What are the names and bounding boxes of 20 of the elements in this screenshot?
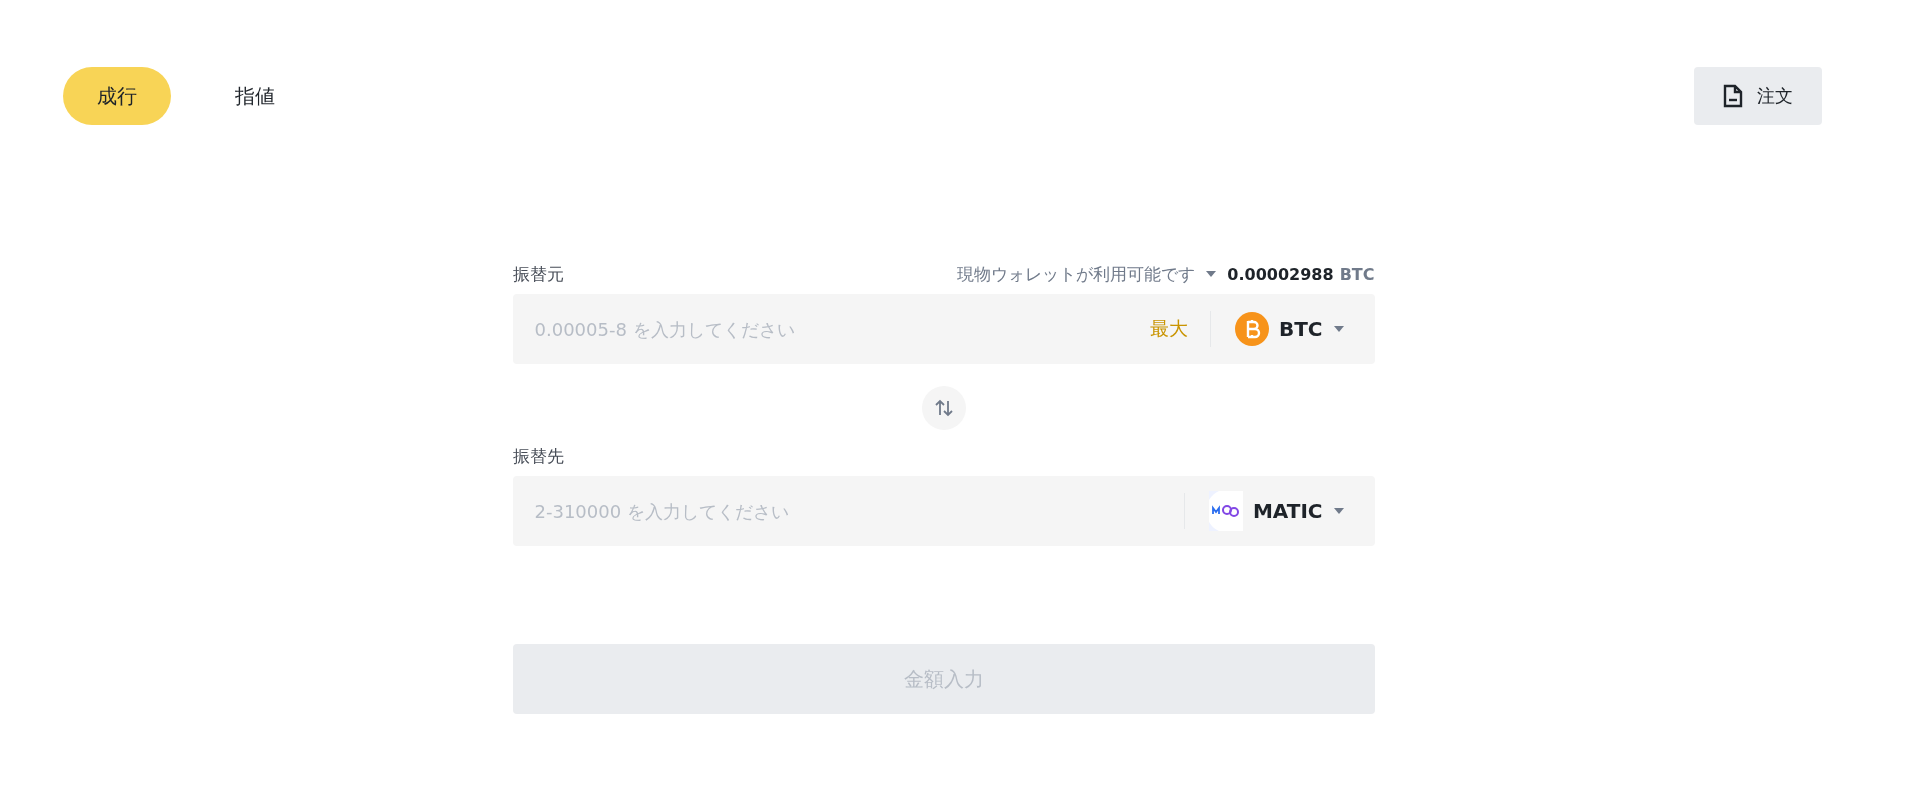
document-icon bbox=[1723, 84, 1743, 108]
balance-unit: BTC bbox=[1339, 264, 1375, 284]
coin-icon bbox=[1234, 312, 1269, 346]
coin-selector[interactable]: BTC bbox=[1210, 312, 1355, 346]
order-type-tab[interactable]: 成行 bbox=[63, 67, 171, 125]
to-amount-field[interactable]: 2-310000 を入力してください MATIC bbox=[512, 476, 1375, 546]
caret-icon bbox=[1332, 507, 1345, 515]
orders-button[interactable]: 注文 bbox=[1694, 67, 1822, 125]
swap-icon bbox=[933, 398, 954, 418]
coin-selector[interactable]: MATIC bbox=[1184, 491, 1355, 531]
coin-icon bbox=[1208, 491, 1243, 531]
swap-button[interactable] bbox=[921, 386, 966, 430]
wallet-selector[interactable]: 現物ウォレットが利用可能です bbox=[957, 262, 1196, 286]
caret-icon bbox=[1332, 325, 1345, 333]
available-balance: 0.00002988 bbox=[1227, 264, 1334, 284]
from-amount-field[interactable]: 0.00005-8 を入力してください 最大 BTC bbox=[512, 294, 1375, 364]
to-label: 振替先 bbox=[512, 444, 564, 468]
from-label: 振替元 bbox=[512, 262, 564, 286]
caret-icon bbox=[1205, 270, 1218, 278]
order-type-tab[interactable]: 指値 bbox=[201, 67, 309, 125]
